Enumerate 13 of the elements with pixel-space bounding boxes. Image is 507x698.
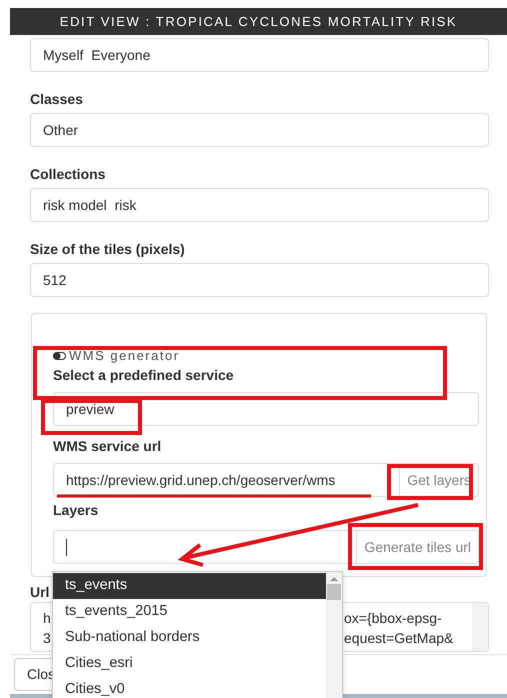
text-fragment: h bbox=[43, 609, 52, 628]
field-label: WMS service url bbox=[53, 438, 162, 454]
text-fragment: equest=GetMap& bbox=[344, 629, 454, 648]
text-fragment: 3 bbox=[43, 629, 52, 648]
field-label: Layers bbox=[53, 502, 100, 518]
text-fragment: ox={bbox-epsg- bbox=[344, 609, 443, 628]
field-label: Url bbox=[30, 584, 50, 600]
window-title: EDIT VIEW : TROPICAL CYCLONES MORTALITY RISK bbox=[10, 8, 507, 35]
field-label: Size of the tiles (pixels) bbox=[30, 241, 185, 257]
field-label: Classes bbox=[30, 91, 83, 107]
field-label: Select a predefined service bbox=[53, 366, 235, 384]
toggle-label: WMS generator bbox=[69, 348, 180, 364]
field-label: Collections bbox=[30, 166, 106, 182]
